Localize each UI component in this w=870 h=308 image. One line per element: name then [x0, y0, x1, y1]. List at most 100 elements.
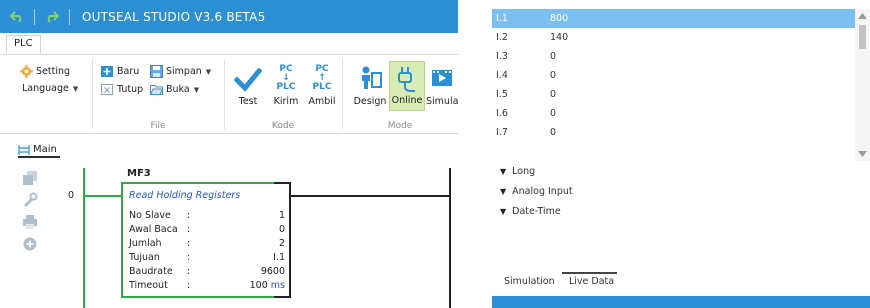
- window-title: OUTSEAL STUDIO V3.6 BETA5: [82, 9, 266, 24]
- param-sep: :: [187, 252, 191, 263]
- chevron-down-icon: ▼: [72, 84, 79, 93]
- simulation-button[interactable]: Simula: [426, 61, 458, 111]
- ambil-button[interactable]: PC ↑ PLC Ambil: [304, 61, 340, 111]
- ladder-icon: [18, 144, 30, 155]
- left-power-rail: [83, 168, 85, 308]
- plc-to-pc-icon: PC ↑ PLC: [313, 65, 332, 92]
- category-label: Analog Input: [512, 186, 573, 197]
- param-sep: :: [187, 238, 191, 249]
- category-analog-input[interactable]: ▼ Analog Input: [500, 186, 573, 197]
- list-item[interactable]: I.5 0: [492, 85, 855, 104]
- scroll-up-icon[interactable]: [858, 13, 867, 19]
- function-block-name: Read Holding Registers: [129, 190, 241, 201]
- category-label: Date-Time: [512, 206, 561, 217]
- mode-group-label: Mode: [387, 121, 413, 131]
- param-key: No Slave: [129, 210, 171, 221]
- kirim-button[interactable]: PC ↓ PLC Kirim: [268, 61, 304, 111]
- io-value: 140: [550, 32, 569, 43]
- tab-simulation[interactable]: Simulation: [504, 276, 555, 287]
- online-button[interactable]: Online: [389, 61, 425, 111]
- param-key: Awal Baca: [129, 224, 178, 235]
- baru-button[interactable]: Baru: [101, 65, 139, 78]
- param-sep: :: [187, 210, 191, 221]
- setting-button[interactable]: Setting: [20, 65, 70, 78]
- io-value: 0: [550, 51, 557, 62]
- list-item[interactable]: I.6 0: [492, 104, 855, 123]
- io-value: 0: [550, 70, 557, 81]
- io-value: 0: [550, 127, 557, 138]
- function-block-bracket: [274, 182, 291, 298]
- tab-main[interactable]: Main: [18, 144, 57, 155]
- save-icon: [150, 65, 163, 78]
- buka-label: Buka: [166, 84, 190, 95]
- function-block[interactable]: Read Holding Registers No Slave : 1 Awal…: [121, 182, 291, 298]
- list-item[interactable]: I.4 0: [492, 66, 855, 85]
- plc-text: PLC: [276, 82, 296, 92]
- list-item[interactable]: I.7 0: [492, 123, 855, 142]
- group-separator: [224, 59, 225, 129]
- list-scrollbar[interactable]: [855, 9, 870, 161]
- title-bar: OUTSEAL STUDIO V3.6 BETA5: [0, 0, 458, 33]
- list-item[interactable]: I.2 140: [492, 28, 855, 47]
- redo-icon[interactable]: [41, 6, 63, 28]
- category-date-time[interactable]: ▼ Date-Time: [500, 206, 561, 217]
- io-name: I.6: [496, 108, 508, 119]
- param-key: Jumlah: [129, 238, 162, 249]
- rung-wire-input: [85, 195, 122, 197]
- undo-icon[interactable]: [6, 6, 28, 28]
- param-sep: :: [187, 280, 191, 291]
- buka-button[interactable]: Buka ▼: [150, 83, 199, 96]
- design-button[interactable]: Design: [352, 61, 388, 111]
- test-button[interactable]: Test: [230, 61, 266, 111]
- io-name: I.2: [496, 32, 508, 43]
- new-file-icon: [101, 66, 113, 77]
- setting-label: Setting: [36, 66, 71, 77]
- gear-icon: [20, 65, 33, 78]
- group-separator: [92, 59, 93, 129]
- folder-open-icon: [150, 85, 163, 95]
- rung-wire-output: [290, 195, 449, 197]
- collapse-triangle-icon: ▼: [500, 187, 507, 196]
- io-name: I.5: [496, 89, 508, 100]
- collapse-triangle-icon: ▼: [500, 167, 507, 176]
- io-name: I.3: [496, 51, 508, 62]
- ribbon-tabstrip: PLC: [0, 33, 458, 54]
- baru-label: Baru: [117, 66, 140, 77]
- category-long[interactable]: ▼ Long: [500, 166, 535, 177]
- pc-to-plc-icon: PC ↓ PLC: [277, 65, 296, 92]
- io-name: I.4: [496, 70, 508, 81]
- param-row: No Slave : 1: [129, 210, 289, 222]
- param-row: Jumlah : 2: [129, 238, 289, 250]
- simpan-button[interactable]: Simpan ▼: [150, 65, 211, 78]
- tutup-button[interactable]: Tutup: [101, 83, 143, 96]
- file-group-label: File: [150, 121, 166, 131]
- param-key: Tujuan: [129, 252, 160, 263]
- tab-live-data[interactable]: Live Data: [569, 276, 614, 287]
- simulation-label: Simula: [426, 96, 458, 107]
- title-separator: [69, 8, 70, 25]
- tab-plc[interactable]: PLC: [6, 35, 41, 54]
- param-key: Timeout: [129, 280, 168, 291]
- list-item[interactable]: I.1 800: [492, 9, 855, 28]
- param-key: Baudrate: [129, 266, 173, 277]
- group-separator: [342, 59, 343, 129]
- scroll-down-icon[interactable]: [858, 151, 867, 157]
- simpan-label: Simpan: [166, 66, 202, 77]
- language-label: Language: [22, 83, 69, 94]
- scrollbar-thumb[interactable]: [859, 25, 866, 49]
- film-icon: [432, 70, 452, 86]
- ribbon: Setting Language ▼ Baru Tutup Simpan ▼ B…: [0, 54, 458, 134]
- io-value: 0: [550, 108, 557, 119]
- io-value: 800: [550, 13, 569, 24]
- io-name: I.7: [496, 127, 508, 138]
- io-list: I.1 800 I.2 140 I.3 0 I.4 0 I.5 0 I.6 0: [492, 9, 855, 161]
- io-value: 0: [550, 89, 557, 100]
- design-label: Design: [353, 96, 387, 107]
- io-name: I.1: [496, 13, 508, 24]
- language-dropdown[interactable]: Language ▼: [22, 83, 78, 94]
- panel-tabs: Simulation Live Data: [492, 272, 870, 294]
- kirim-label: Kirim: [273, 96, 299, 107]
- param-row: Tujuan : I.1: [129, 252, 289, 264]
- list-item[interactable]: I.3 0: [492, 47, 855, 66]
- function-block-title: MF3: [127, 168, 151, 179]
